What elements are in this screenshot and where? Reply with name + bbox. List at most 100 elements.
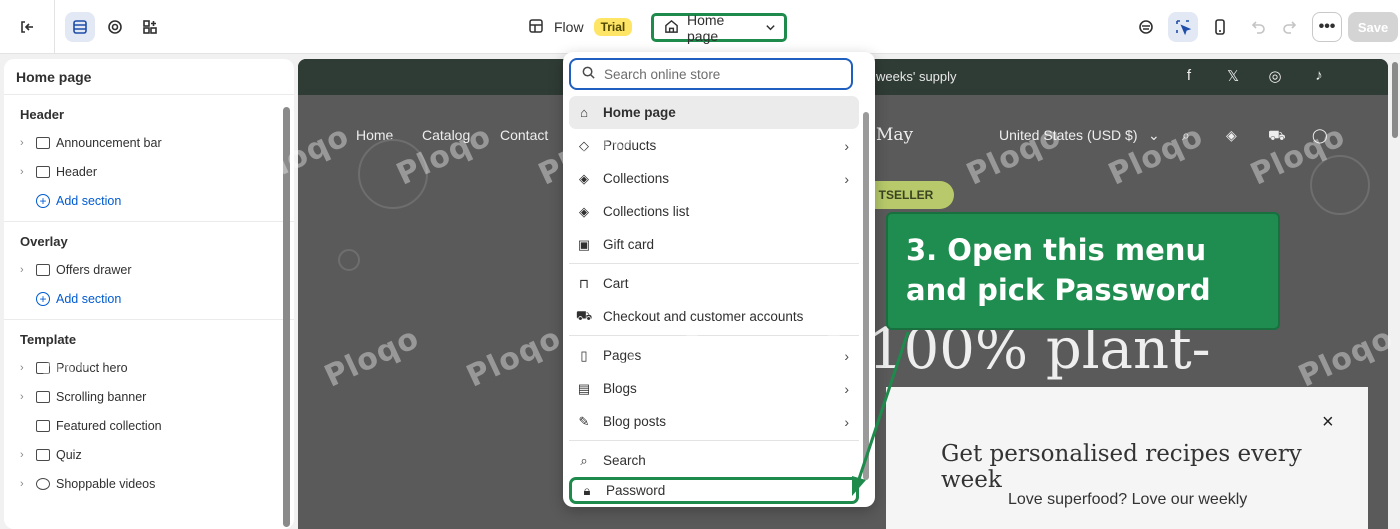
section-shoppable-videos[interactable]: › Shoppable videos <box>4 469 294 498</box>
decorative-circle <box>1310 155 1370 215</box>
settings-gear-icon[interactable] <box>100 12 130 42</box>
search-placeholder: Search online store <box>604 66 721 82</box>
inspector-cursor-icon[interactable] <box>1168 12 1198 42</box>
menu-item-label: Password <box>606 483 666 498</box>
section-icon <box>36 448 50 461</box>
chevron-right-icon[interactable]: › <box>20 449 30 461</box>
search-input[interactable]: Search online store <box>569 58 853 90</box>
menu-item-label: Checkout and customer accounts <box>603 309 804 324</box>
callout-line-1: 3. Open this menu <box>906 233 1207 267</box>
menu-item-label: Blogs <box>603 381 637 396</box>
menu-item-search[interactable]: ⌕ Search <box>569 444 859 477</box>
announcement-text: weeks' supply <box>876 69 957 84</box>
close-icon[interactable]: × <box>1322 411 1334 434</box>
chevron-right-icon[interactable]: › <box>20 166 30 178</box>
section-offers-drawer[interactable]: › Offers drawer <box>4 255 294 284</box>
menu-item-label: Gift card <box>603 237 655 252</box>
nav-link-catalog[interactable]: Catalog <box>422 127 470 143</box>
popup-title: Get personalised recipes every week <box>941 441 1302 493</box>
facebook-icon[interactable]: f <box>1180 67 1198 85</box>
undo-icon[interactable] <box>1243 12 1273 42</box>
collections-list-icon: ◈ <box>579 203 589 219</box>
menu-item-label: Pages <box>603 348 642 363</box>
section-quiz[interactable]: › Quiz <box>4 440 294 469</box>
trial-badge: Trial <box>593 18 633 36</box>
edit-icon: ✎ <box>578 413 590 429</box>
add-section-button[interactable]: + Add section <box>4 186 294 215</box>
plus-circle-icon: + <box>36 291 50 306</box>
menu-item-label: Blog posts <box>603 414 667 429</box>
menu-item-collections[interactable]: ◈ Collections › <box>569 162 859 195</box>
callout-arrow <box>852 331 910 496</box>
account-icon[interactable]: ◯ <box>1312 127 1328 144</box>
page-selector[interactable]: Home page <box>651 11 787 44</box>
section-featured-collection[interactable]: Featured collection <box>4 411 294 440</box>
chevron-right-icon[interactable]: › <box>20 391 30 403</box>
divider <box>569 263 859 264</box>
theme-name: Flow <box>554 19 584 35</box>
section-scrolling-banner[interactable]: › Scrolling banner <box>4 382 294 411</box>
page-selector-label: Home page <box>687 11 725 44</box>
section-icon <box>36 165 50 178</box>
chevron-right-icon: › <box>844 137 849 154</box>
menu-item-collections-list[interactable]: ◈ Collections list <box>569 195 859 228</box>
menu-item-label: Cart <box>603 276 629 291</box>
currency-selector[interactable]: United States (USD $) <box>999 127 1138 143</box>
section-label: Header <box>56 164 97 179</box>
decorative-circle <box>338 249 360 271</box>
ai-assistant-icon[interactable] <box>1131 12 1161 42</box>
rewards-icon[interactable]: ◈ <box>1226 127 1237 144</box>
sidebar-group-header: Header › Announcement bar › Header + Add… <box>4 95 294 222</box>
section-product-hero[interactable]: › Product hero <box>4 353 294 382</box>
search-icon[interactable]: ⌕ <box>1182 127 1190 144</box>
exit-icon[interactable] <box>12 12 42 42</box>
store-logo[interactable]: May <box>876 125 913 145</box>
section-label: Product hero <box>56 360 128 375</box>
section-header[interactable]: › Header <box>4 157 294 186</box>
menu-item-products[interactable]: ◇ Products › <box>569 129 859 162</box>
nav-link-contact[interactable]: Contact <box>500 127 548 143</box>
newsletter-popup: × Get personalised recipes every week Lo… <box>886 387 1368 529</box>
tiktok-icon[interactable]: ♪ <box>1310 67 1328 85</box>
search-icon <box>581 65 596 83</box>
play-icon <box>36 477 50 490</box>
flow-theme: Flow Trial <box>528 16 633 38</box>
menu-item-home-page[interactable]: ⌂ Home page <box>569 96 859 129</box>
menu-item-blog-posts[interactable]: ✎ Blog posts › <box>569 405 859 438</box>
section-icon <box>36 361 50 374</box>
sidebar-scrollbar[interactable] <box>283 107 290 527</box>
preview-scrollbar[interactable] <box>1392 62 1398 138</box>
more-actions-button[interactable]: ••• <box>1312 12 1342 42</box>
add-section-label: Add section <box>56 291 122 306</box>
add-section-button[interactable]: + Add section <box>4 284 294 313</box>
tag-icon: ◇ <box>579 137 589 153</box>
redo-icon[interactable] <box>1275 12 1305 42</box>
sections-icon[interactable] <box>65 12 95 42</box>
group-heading: Template <box>20 332 77 347</box>
chevron-down-icon[interactable]: ⌄ <box>1148 127 1160 144</box>
menu-item-label: Home page <box>603 105 676 120</box>
menu-item-checkout[interactable]: ⛟ Checkout and customer accounts <box>569 300 859 333</box>
menu-item-password[interactable]: 🔒︎ Password <box>569 477 859 504</box>
chevron-right-icon[interactable]: › <box>20 137 30 149</box>
search-icon: ⌕ <box>580 452 588 468</box>
apps-icon[interactable] <box>135 12 165 42</box>
section-label: Featured collection <box>56 418 162 433</box>
menu-item-cart[interactable]: ⊓ Cart <box>569 267 859 300</box>
cart-icon[interactable]: ⛟ <box>1268 127 1286 146</box>
collection-icon: ◈ <box>579 170 589 186</box>
instagram-icon[interactable]: ◎ <box>1266 67 1284 85</box>
mobile-preview-icon[interactable] <box>1205 12 1235 42</box>
section-announcement-bar[interactable]: › Announcement bar <box>4 128 294 157</box>
chevron-right-icon[interactable]: › <box>20 362 30 374</box>
x-twitter-icon[interactable]: 𝕏 <box>1224 67 1242 85</box>
group-heading: Header <box>20 107 65 122</box>
save-button[interactable]: Save <box>1348 12 1398 42</box>
chevron-right-icon[interactable]: › <box>20 264 30 276</box>
menu-item-pages[interactable]: ▯ Pages › <box>569 339 859 372</box>
instruction-callout: 3. Open this menu and pick Password <box>886 212 1280 330</box>
chevron-right-icon[interactable]: › <box>20 478 30 490</box>
menu-item-gift-card[interactable]: ▣ Gift card <box>569 228 859 261</box>
menu-item-blogs[interactable]: ▤ Blogs › <box>569 372 859 405</box>
divider <box>569 335 859 336</box>
